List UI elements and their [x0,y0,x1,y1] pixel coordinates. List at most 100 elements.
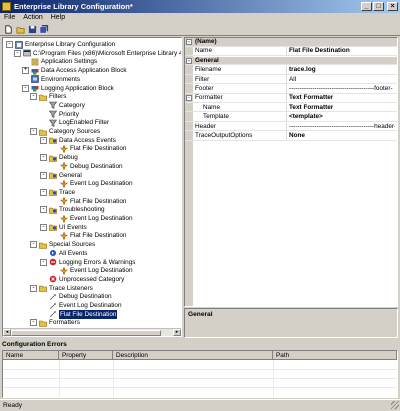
scroll-left-icon[interactable]: ◂ [3,329,11,336]
property-row[interactable]: Header ----------------------------------… [185,122,397,132]
tree-item[interactable]: - Filters [30,92,66,101]
collapse-icon[interactable]: - [14,49,21,57]
tree-item[interactable]: Flat File Destination [51,197,126,206]
tree-item[interactable]: - Logging Errors & Warnings [40,258,136,267]
property-value[interactable]: Flat File Destination [289,47,395,55]
errors-grid[interactable]: Name Property Description Path [2,350,398,398]
tree-item[interactable]: Flat File Destination [51,231,126,240]
configuration-tree[interactable]: Text Formatter-FormattersFlat File Desti… [2,37,182,337]
tree-item[interactable]: LogEnabled Filter [40,118,109,127]
property-name: (Name) [195,38,217,45]
tree-item[interactable]: Flat File Destination [51,144,126,153]
menu-help[interactable]: Help [51,13,65,23]
property-row[interactable]: Filter All [185,75,397,85]
menu-action[interactable]: Action [23,13,42,23]
resize-grip-icon[interactable] [391,401,399,409]
collapse-icon[interactable]: - [22,84,29,92]
property-value[interactable]: trace.log [289,66,395,74]
scroll-thumb[interactable] [11,330,161,336]
collapse-icon[interactable]: - [30,128,37,135]
tree-item[interactable]: - Special Sources [30,240,95,249]
expand-icon[interactable]: + [22,67,29,75]
tree-item[interactable]: - Formatters [30,318,80,327]
property-row[interactable]: Name Text Formatter [185,103,397,113]
tree-item[interactable]: - Data Access Events [40,136,116,145]
collapse-icon[interactable]: - [40,136,47,144]
tree-item[interactable]: - Trace Listeners [30,284,93,293]
tree-item[interactable]: All Events [40,249,87,258]
collapse-icon[interactable]: - [186,57,192,64]
tree-item[interactable]: Event Log Destination [51,214,133,223]
tree-item[interactable]: - C:\Program Files (x86)\Microsoft Enterp… [14,49,181,58]
property-category[interactable]: - General [185,56,397,66]
filter-icon [49,101,57,110]
open-button[interactable] [15,24,25,34]
tree-item[interactable]: - Troubleshooting [40,205,105,214]
property-value[interactable]: All [289,76,395,84]
property-value[interactable]: None [289,132,395,140]
tree-item[interactable]: - Enterprise Library Configuration [6,40,115,49]
tree-item[interactable]: Debug Destination [40,292,112,301]
tree-item[interactable]: Event Log Destination [40,301,122,310]
tree-item[interactable]: Flat File Destination [40,308,119,320]
collapse-icon[interactable]: - [30,319,37,327]
property-value[interactable]: ----------------------------------------… [289,123,395,131]
column-header-property[interactable]: Property [59,351,113,360]
tree-horizontal-scrollbar[interactable]: ◂ ▸ [3,328,181,336]
collapse-icon[interactable]: - [40,206,47,214]
tree-item[interactable]: - Category Sources [30,127,100,136]
tree-item[interactable]: - General [40,171,82,180]
tree-item[interactable]: Environments [22,75,80,84]
tree-item[interactable]: - UI Events [40,223,87,232]
save-button[interactable] [27,24,37,34]
tree-item[interactable]: Unprocessed Category [40,275,124,284]
property-value[interactable]: <template> [289,113,395,121]
property-row[interactable]: TraceOutputOptions None [185,132,397,141]
collapse-icon[interactable]: - [40,188,47,196]
collapse-icon[interactable]: - [30,93,37,101]
column-header-name[interactable]: Name [3,351,59,360]
tree-item[interactable]: + Data Access Application Block [22,66,127,75]
tree-item[interactable]: Application Settings [22,57,97,66]
property-row[interactable]: Template <template> [185,113,397,122]
minimize-button[interactable]: _ [361,2,372,11]
tree-item[interactable]: Event Log Destination [51,266,133,275]
property-grid[interactable]: - (Name) Name Flat File Destination - General… [184,37,398,307]
property-description-panel: General [184,308,398,338]
column-header-description[interactable]: Description [113,351,273,360]
column-header-path[interactable]: Path [273,351,397,360]
new-button[interactable] [3,24,13,34]
property-row[interactable]: Name Flat File Destination [185,47,397,56]
collapse-icon[interactable]: - [6,41,13,48]
property-row[interactable]: Footer ----------------------------------… [185,85,397,94]
scroll-right-icon[interactable]: ▸ [173,329,181,336]
menu-file[interactable]: File [4,13,15,23]
collapse-icon[interactable]: - [186,95,192,102]
property-row[interactable]: - Formatter Text Formatter [185,94,397,103]
title-bar[interactable]: Enterprise Library Configuration* _ □ × [0,0,400,13]
tree-item[interactable]: Debug Destination [51,162,123,171]
collapse-icon[interactable]: - [40,258,47,266]
tree-item[interactable]: Priority [40,110,79,119]
app-icon [23,49,31,57]
collapse-icon[interactable]: - [30,241,37,249]
property-category[interactable]: - (Name) [185,38,397,47]
close-button[interactable]: × [387,2,398,11]
collapse-icon[interactable]: - [40,171,47,179]
tree-item[interactable]: - Logging Application Block [22,84,114,93]
collapse-icon[interactable]: - [40,154,47,162]
collapse-icon[interactable]: - [40,223,47,231]
tree-item-label: Priority [59,110,79,118]
tree-item[interactable]: - Debug [40,153,78,162]
property-value[interactable]: Text Formatter [289,94,395,102]
property-value[interactable]: Text Formatter [289,104,395,112]
save-all-button[interactable] [39,24,49,34]
property-row[interactable]: Filename trace.log [185,66,397,75]
collapse-icon[interactable]: - [186,39,192,45]
tree-item[interactable]: Event Log Destination [51,179,133,188]
property-value[interactable]: ----------------------------------------… [289,85,395,93]
collapse-icon[interactable]: - [30,284,37,292]
tree-item[interactable]: - Trace [40,188,75,197]
maximize-button[interactable]: □ [373,2,384,11]
tree-item[interactable]: Category [40,101,85,110]
